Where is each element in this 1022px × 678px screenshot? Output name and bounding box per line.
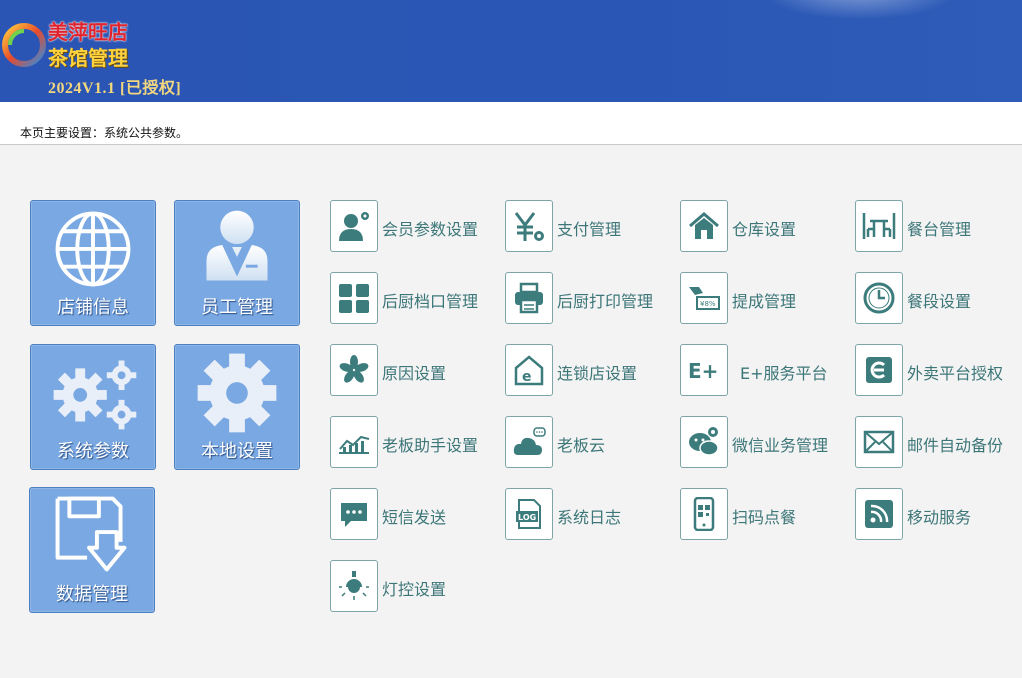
- item-label: 连锁店设置: [557, 364, 638, 383]
- gears-icon: [53, 360, 137, 430]
- item-commission[interactable]: ¥8% 提成管理: [680, 272, 850, 324]
- item-member-settings[interactable]: 会员参数设置: [330, 200, 500, 252]
- app-header: 美萍旺店 茶馆管理 2024V1.1 [已授权]: [0, 0, 1022, 102]
- info-bar: 本页主要设置：系统公共参数。: [0, 102, 1022, 145]
- item-label: 后厨档口管理: [382, 292, 479, 311]
- item-chain-store[interactable]: e 连锁店设置: [505, 344, 675, 396]
- chain-store-icon: e: [514, 355, 544, 386]
- item-label: 老板助手设置: [382, 436, 479, 455]
- commission-icon: ¥8%: [689, 287, 720, 310]
- item-label: 会员参数设置: [382, 220, 479, 239]
- item-label: 系统日志: [557, 508, 622, 527]
- item-system-log[interactable]: LOG 系统日志: [505, 488, 675, 540]
- item-label: E+服务平台: [740, 364, 828, 383]
- product-name: 茶馆管理: [48, 46, 128, 70]
- item-label: 餐台管理: [907, 220, 972, 239]
- item-label: 后厨打印管理: [557, 292, 654, 311]
- item-label: 邮件自动备份: [907, 436, 1004, 455]
- asterisk-icon: [339, 355, 369, 383]
- brand-name: 美萍旺店: [48, 20, 128, 44]
- chart-icon: [339, 435, 370, 454]
- app-logo-icon: [2, 23, 46, 67]
- svg-text:¥8%: ¥8%: [700, 300, 716, 308]
- tile-staff[interactable]: 员工管理: [174, 200, 300, 326]
- item-label: 灯控设置: [382, 580, 447, 599]
- item-table-management[interactable]: 餐台管理: [855, 200, 1022, 252]
- header-glow: [760, 0, 960, 20]
- cloud-chat-icon: [513, 427, 546, 455]
- item-label: 短信发送: [382, 508, 447, 527]
- tile-local-settings[interactable]: 本地设置: [174, 344, 300, 470]
- item-label: 外卖平台授权: [907, 364, 1004, 383]
- staff-icon: [206, 210, 268, 281]
- item-label: 老板云: [557, 436, 606, 455]
- phone-qr-icon: [693, 497, 715, 531]
- item-mail-backup[interactable]: 邮件自动备份: [855, 416, 1022, 468]
- delivery-icon: [866, 357, 892, 383]
- table-icon: [862, 213, 896, 239]
- item-label: 微信业务管理: [732, 436, 829, 455]
- item-mobile-service[interactable]: 移动服务: [855, 488, 1022, 540]
- tile-label: 数据管理: [56, 584, 128, 605]
- item-payment[interactable]: 支付管理: [505, 200, 675, 252]
- gear-icon: [197, 353, 277, 433]
- item-reason-settings[interactable]: 原因设置: [330, 344, 500, 396]
- item-kitchen-print[interactable]: 后厨打印管理: [505, 272, 675, 324]
- item-label: 仓库设置: [732, 220, 797, 239]
- printer-icon: [515, 282, 543, 314]
- item-label: 扫码点餐: [732, 508, 797, 527]
- log-icon: LOG: [516, 499, 541, 529]
- item-light-control[interactable]: 灯控设置: [330, 560, 500, 612]
- svg-text:E+: E+: [688, 359, 718, 383]
- tile-label: 本地设置: [201, 441, 273, 462]
- grid-icon: [339, 284, 369, 313]
- clock-icon: [863, 282, 895, 314]
- rss-icon: [865, 500, 893, 528]
- item-meal-period[interactable]: 餐段设置: [855, 272, 1022, 324]
- item-sms[interactable]: 短信发送: [330, 488, 500, 540]
- item-label: 原因设置: [382, 364, 447, 383]
- e-plus-icon: E+: [688, 359, 718, 383]
- yen-gear-icon: [514, 212, 544, 241]
- disk-download-icon: [55, 496, 127, 572]
- item-e-plus-platform[interactable]: E+ E+服务平台: [680, 344, 850, 396]
- wechat-icon: [689, 427, 719, 456]
- item-boss-assistant[interactable]: 老板助手设置: [330, 416, 500, 468]
- tile-data-management[interactable]: 数据管理: [29, 487, 155, 613]
- item-warehouse[interactable]: 仓库设置: [680, 200, 850, 252]
- tile-label: 系统参数: [57, 441, 129, 462]
- item-label: 移动服务: [907, 508, 972, 527]
- item-delivery-auth[interactable]: 外卖平台授权: [855, 344, 1022, 396]
- svg-text:LOG: LOG: [518, 513, 536, 522]
- item-qr-ordering[interactable]: 扫码点餐: [680, 488, 850, 540]
- tile-store-info[interactable]: 店铺信息: [30, 200, 156, 326]
- mail-icon: [863, 430, 895, 454]
- item-boss-cloud[interactable]: 老板云: [505, 416, 675, 468]
- item-label: 提成管理: [732, 292, 797, 311]
- info-text: 本页主要设置：系统公共参数。: [20, 126, 189, 140]
- item-wechat-business[interactable]: 微信业务管理: [680, 416, 850, 468]
- item-label: 餐段设置: [907, 292, 972, 311]
- tile-label: 员工管理: [201, 297, 273, 318]
- sms-icon: [341, 503, 367, 527]
- svg-text:e: e: [522, 369, 532, 385]
- globe-icon: [55, 211, 131, 287]
- tile-system-params[interactable]: 系统参数: [30, 344, 156, 470]
- light-icon: [339, 571, 369, 600]
- version-label: 2024V1.1 [已授权]: [48, 80, 182, 97]
- item-label: 支付管理: [557, 220, 622, 239]
- house-icon: [689, 212, 719, 239]
- tile-label: 店铺信息: [57, 297, 129, 318]
- item-kitchen-station[interactable]: 后厨档口管理: [330, 272, 500, 324]
- member-settings-icon: [339, 212, 369, 241]
